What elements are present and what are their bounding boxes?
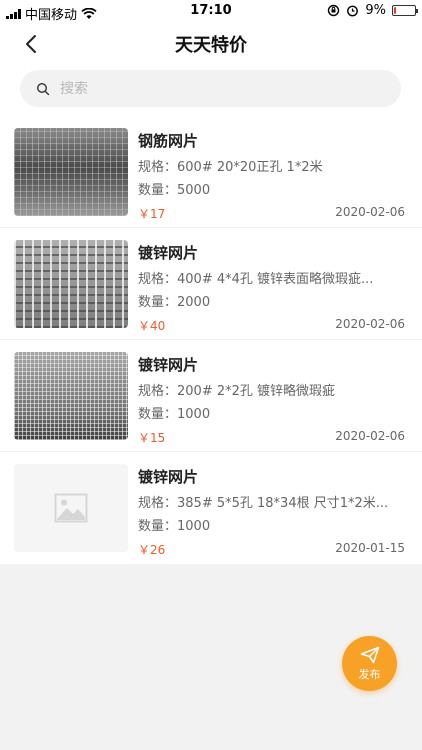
product-quantity: 数量：1000 — [138, 519, 211, 534]
status-right: 9% — [327, 3, 418, 18]
product-name: 镀锌网片 — [138, 244, 199, 262]
list-item[interactable]: 镀锌网片 规格：200# 2*2孔 镀锌略微瑕疵 数量：1000 ￥15 202… — [0, 340, 422, 452]
paper-plane-icon — [360, 646, 379, 663]
list-item[interactable]: 钢筋网片 规格：600# 20*20正孔 1*2米 数量：5000 ￥17 20… — [0, 116, 422, 228]
search-box[interactable] — [20, 70, 401, 107]
product-price: ￥17 — [138, 207, 166, 221]
status-bar: 中国移动 17:10 9% — [0, 0, 422, 23]
product-spec: 规格：385# 5*5孔 18*34根 尺寸1*2米... — [138, 496, 389, 511]
battery-icon — [392, 5, 418, 16]
product-name: 镀锌网片 — [138, 356, 199, 374]
search-bar — [0, 64, 422, 116]
product-quantity: 数量：1000 — [138, 407, 211, 422]
product-spec: 规格：400# 4*4孔 镀锌表面略微瑕疵... — [138, 272, 374, 287]
page-title: 天天特价 — [175, 35, 247, 56]
product-price: ￥40 — [138, 319, 166, 333]
search-input[interactable] — [60, 80, 360, 97]
publish-label: 发布 — [358, 667, 381, 681]
alarm-icon — [347, 5, 359, 17]
product-spec: 规格：600# 20*20正孔 1*2米 — [138, 160, 323, 175]
product-image-placeholder — [14, 464, 128, 552]
product-image — [14, 352, 128, 440]
search-icon — [36, 82, 50, 95]
battery-level — [394, 7, 396, 14]
list-item[interactable]: 镀锌网片 规格：385# 5*5孔 18*34根 尺寸1*2米... 数量：10… — [0, 452, 422, 564]
product-image — [14, 240, 128, 328]
product-date: 2020-01-15 — [335, 541, 405, 555]
product-name: 钢筋网片 — [138, 132, 199, 150]
nav-bar: 天天特价 — [0, 22, 422, 64]
product-date: 2020-02-06 — [335, 429, 405, 443]
rotation-lock-icon — [328, 4, 340, 17]
product-image — [14, 128, 128, 216]
product-name: 镀锌网片 — [138, 468, 199, 486]
list-item[interactable]: 镀锌网片 规格：400# 4*4孔 镀锌表面略微瑕疵... 数量：2000 ￥4… — [0, 228, 422, 340]
publish-button[interactable]: 发布 — [342, 636, 397, 691]
product-price: ￥26 — [138, 543, 166, 557]
product-price: ￥15 — [138, 431, 166, 445]
battery-percent: 9% — [365, 3, 386, 18]
product-spec: 规格：200# 2*2孔 镀锌略微瑕疵 — [138, 384, 336, 399]
product-date: 2020-02-06 — [335, 317, 405, 331]
product-date: 2020-02-06 — [335, 205, 405, 219]
product-list: 钢筋网片 规格：600# 20*20正孔 1*2米 数量：5000 ￥17 20… — [0, 116, 422, 564]
product-quantity: 数量：5000 — [138, 183, 211, 198]
image-placeholder-icon — [54, 493, 88, 523]
product-quantity: 数量：2000 — [138, 295, 211, 310]
